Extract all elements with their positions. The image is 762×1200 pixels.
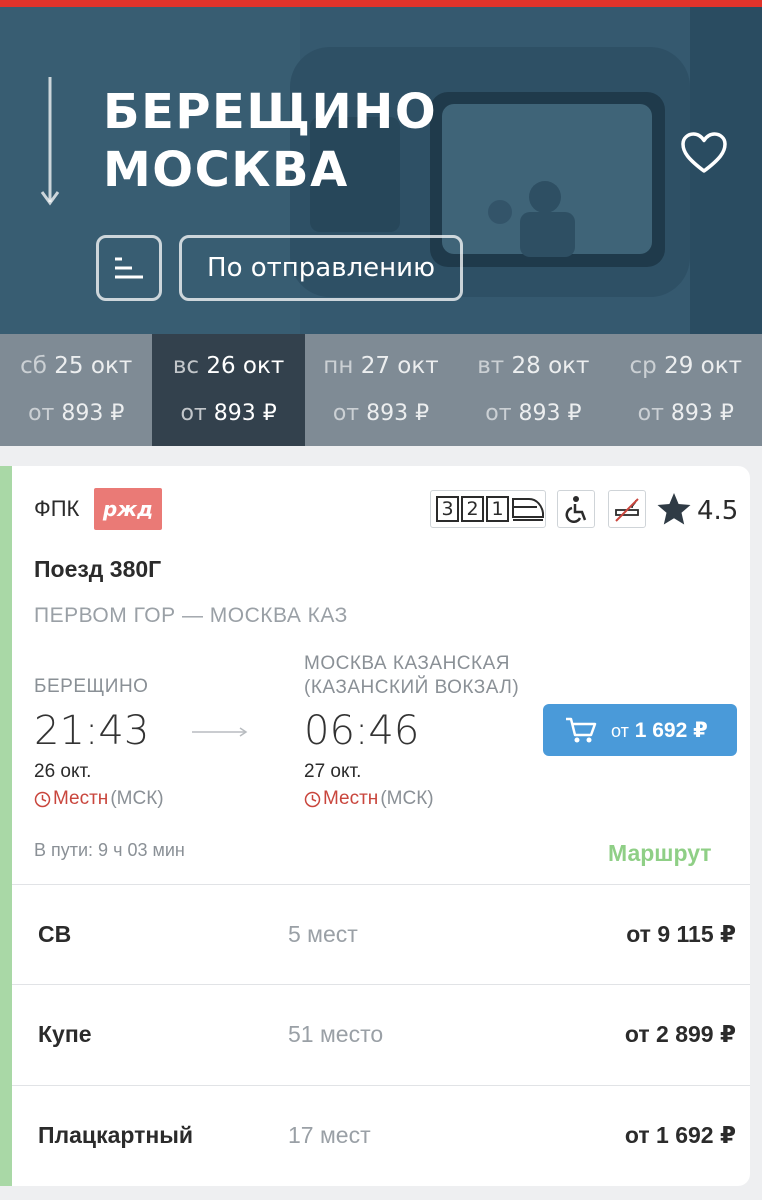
travel-duration: В пути: 9 ч 03 мин bbox=[34, 840, 185, 860]
class-number: 1 bbox=[486, 496, 509, 522]
date-price: 893 ₽ bbox=[213, 401, 277, 426]
date-day: 25 окт bbox=[54, 353, 133, 379]
route-direction-arrow-icon bbox=[40, 77, 60, 206]
arrow-right-icon bbox=[192, 727, 248, 737]
route-header: БЕРЕЩИНО МОСКВА По отправлению bbox=[0, 7, 762, 334]
carrier-name: ФПК bbox=[34, 496, 80, 521]
departure-date: 26 окт. bbox=[34, 761, 92, 782]
date-tab[interactable]: сб 25 окт от 893 ₽ bbox=[0, 334, 152, 446]
rzd-logo: ржд bbox=[94, 488, 162, 530]
date-price-prefix: от bbox=[332, 401, 360, 426]
arrival-time: 06:46 bbox=[304, 708, 420, 754]
date-tab[interactable]: пн 27 окт от 893 ₽ bbox=[305, 334, 457, 446]
car-class-price: от 9 115 ₽ bbox=[626, 921, 736, 947]
date-price-prefix: от bbox=[28, 401, 55, 426]
date-tab-selected[interactable]: вс 26 окт от 893 ₽ bbox=[152, 334, 305, 446]
date-day: 29 окт bbox=[664, 353, 743, 379]
date-price: 893 ₽ bbox=[670, 401, 734, 426]
timezone-msk: (МСК) bbox=[110, 788, 164, 809]
arrival-date: 27 окт. bbox=[304, 761, 362, 782]
date-price: 893 ₽ bbox=[366, 401, 430, 426]
sort-order-button[interactable]: По отправлению bbox=[179, 235, 463, 301]
route-to: МОСКВА bbox=[103, 142, 349, 198]
clock-icon bbox=[34, 791, 51, 807]
date-price-prefix: от bbox=[637, 401, 664, 426]
arrival-timezone: Местн (МСК) bbox=[304, 788, 434, 810]
date-dow: ср bbox=[629, 353, 657, 379]
car-class-row[interactable]: Плацкартный 17 мест от 1 692 ₽ bbox=[12, 1085, 750, 1185]
date-price: 893 ₽ bbox=[518, 401, 582, 426]
car-class-price: от 1 692 ₽ bbox=[624, 1122, 736, 1148]
class-number: 2 bbox=[461, 496, 484, 522]
departure-timezone: Местн (МСК) bbox=[34, 788, 164, 810]
buy-ticket-button[interactable]: от 1 692 ₽ bbox=[543, 704, 737, 756]
car-class-name: Купе bbox=[38, 1021, 92, 1047]
top-accent-bar bbox=[0, 0, 762, 7]
route-title: БЕРЕЩИНО МОСКВА bbox=[103, 83, 437, 199]
car-class-name: СВ bbox=[38, 921, 72, 947]
date-price-prefix: от bbox=[485, 401, 512, 426]
filter-button[interactable] bbox=[96, 235, 162, 301]
rzd-logo-text: ржд bbox=[102, 497, 153, 521]
date-price-prefix: от bbox=[180, 401, 207, 426]
car-class-row[interactable]: Купе 51 место от 2 899 ₽ bbox=[12, 984, 750, 1084]
car-class-seats: 5 мест bbox=[288, 921, 358, 947]
train-icon bbox=[512, 498, 544, 521]
date-dow: вс bbox=[172, 353, 200, 379]
route-link[interactable]: Маршрут bbox=[608, 840, 712, 867]
buy-price-value: 1 692 ₽ bbox=[634, 719, 708, 742]
departure-station: БЕРЕЩИНО bbox=[34, 676, 149, 697]
no-smoking-mark-icon bbox=[615, 498, 639, 522]
timezone-msk: (МСК) bbox=[380, 788, 434, 809]
car-class-seats: 51 место bbox=[288, 1021, 384, 1047]
wheelchair-icon bbox=[565, 496, 587, 523]
buy-price: от 1 692 ₽ bbox=[611, 718, 708, 743]
car-class-seats: 17 мест bbox=[288, 1122, 371, 1148]
card-accent-bar bbox=[0, 466, 12, 1186]
timezone-local: Местн bbox=[53, 788, 109, 809]
no-smoking-icon bbox=[608, 490, 646, 528]
date-price: 893 ₽ bbox=[61, 401, 125, 426]
clock-icon bbox=[304, 791, 321, 807]
date-day: 26 окт bbox=[206, 353, 285, 379]
cart-icon bbox=[566, 717, 597, 743]
rating-star-icon bbox=[657, 493, 691, 525]
date-tab[interactable]: вт 28 окт от 893 ₽ bbox=[457, 334, 609, 446]
date-dow: пн bbox=[323, 353, 354, 379]
date-selector: сб 25 окт от 893 ₽ вс 26 окт от 893 ₽ пн… bbox=[0, 334, 762, 446]
date-dow: сб bbox=[20, 353, 47, 379]
rating-value: 4.5 bbox=[697, 496, 739, 526]
timezone-local: Местн bbox=[323, 788, 379, 809]
date-dow: вт bbox=[477, 353, 505, 379]
sort-lines-icon bbox=[115, 257, 143, 279]
car-class-row[interactable]: СВ 5 мест от 9 115 ₽ bbox=[12, 884, 750, 984]
service-classes-icon: 3 2 1 bbox=[430, 490, 546, 528]
train-name: Поезд 380Г bbox=[34, 556, 162, 582]
wheelchair-access-icon bbox=[557, 490, 595, 528]
car-class-price: от 2 899 ₽ bbox=[624, 1021, 736, 1047]
train-card: ФПК ржд 3 2 1 4.5 Поезд 380Г ПЕРВОМ ГОР … bbox=[0, 466, 750, 1186]
route-from: БЕРЕЩИНО bbox=[103, 84, 438, 140]
date-day: 27 окт bbox=[360, 353, 439, 379]
date-tab[interactable]: ср 29 окт от 893 ₽ bbox=[610, 334, 762, 446]
arrival-station: МОСКВА КАЗАНСКАЯ (КАЗАНСКИЙ ВОКЗАЛ) bbox=[304, 653, 520, 698]
rzd-logo-mark: ржд bbox=[102, 497, 153, 521]
buy-price-prefix: от bbox=[611, 721, 629, 741]
departure-time: 21:43 bbox=[34, 708, 150, 754]
favorite-heart-icon[interactable] bbox=[680, 131, 728, 175]
train-route: ПЕРВОМ ГОР — МОСКВА КАЗ bbox=[34, 604, 348, 627]
car-class-name: Плацкартный bbox=[38, 1122, 194, 1148]
date-day: 28 окт bbox=[511, 353, 590, 379]
class-number: 3 bbox=[436, 496, 459, 522]
